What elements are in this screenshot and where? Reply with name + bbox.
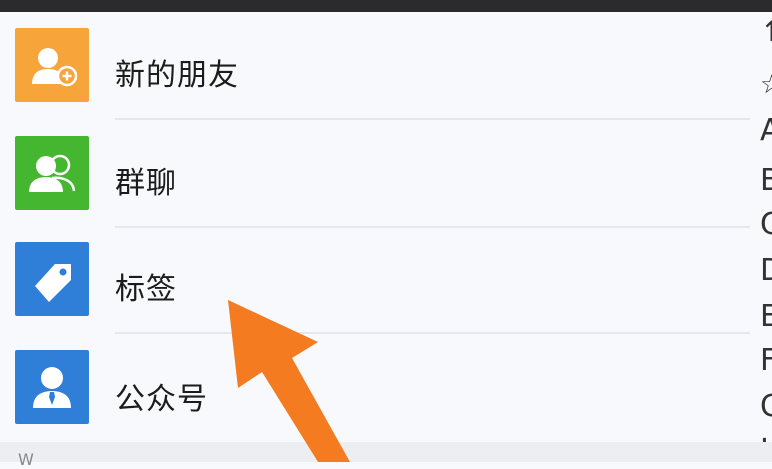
annotation-arrow <box>228 300 350 462</box>
